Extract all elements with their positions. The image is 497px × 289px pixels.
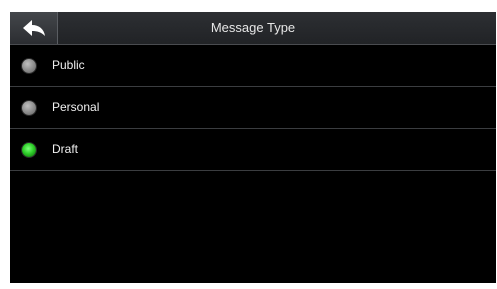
option-public[interactable]: Public (10, 45, 496, 87)
option-label: Personal (52, 100, 100, 114)
radio-on-icon[interactable] (22, 143, 36, 157)
option-label: Draft (52, 142, 79, 156)
back-button[interactable] (10, 12, 58, 44)
back-arrow-icon (22, 20, 45, 36)
option-personal[interactable]: Personal (10, 87, 496, 129)
page-title: Message Type (210, 20, 296, 35)
option-label: Public (52, 58, 85, 72)
radio-off-icon[interactable] (22, 101, 36, 115)
radio-off-icon[interactable] (22, 59, 36, 73)
message-type-list: Public Personal Draft (10, 45, 496, 171)
screen: Message Type Public Personal Draft (10, 12, 496, 283)
header-bar: Message Type (10, 12, 496, 45)
option-draft[interactable]: Draft (10, 129, 496, 171)
